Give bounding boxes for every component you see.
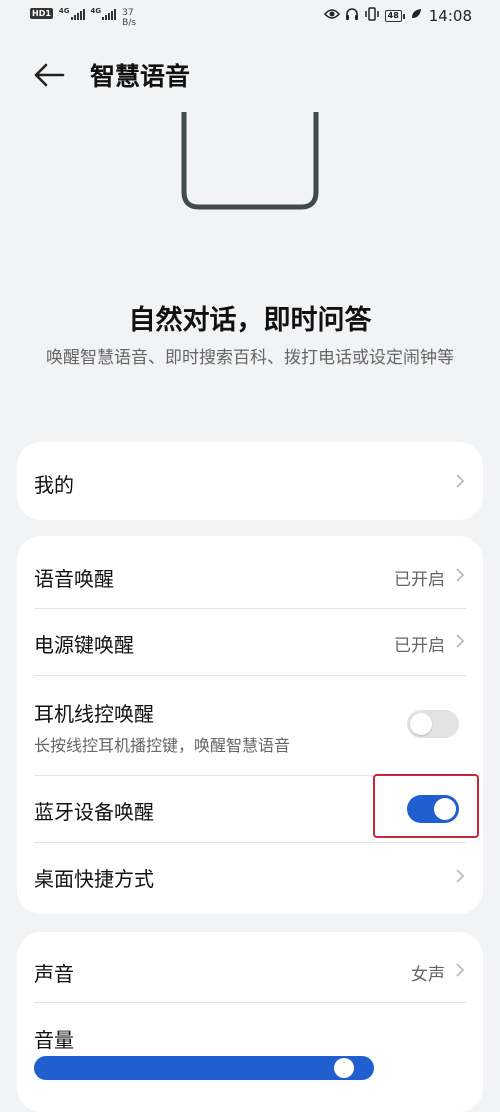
chevron-right-icon (456, 474, 465, 488)
status-bar-right: 48 14:08 (323, 7, 472, 25)
desktop-shortcut-row[interactable]: 桌面快捷方式 (17, 843, 483, 914)
power-key-wake-label: 电源键唤醒 (34, 633, 134, 657)
eye-icon (323, 8, 340, 24)
headset-wake-description: 长按线控耳机播控键，唤醒智慧语音 (34, 736, 291, 755)
voice-wake-value: 已开启 (394, 570, 445, 590)
chevron-right-icon (456, 568, 465, 582)
voice-value: 女声 (411, 965, 445, 985)
phone-illustration (181, 112, 319, 210)
watermark: Bai 经验 (385, 1038, 474, 1062)
chevron-right-icon (456, 869, 465, 883)
mine-row[interactable]: 我的 (17, 442, 483, 520)
voice-wake-label: 语音唤醒 (34, 567, 114, 591)
hero-subtitle: 唤醒智慧语音、即时搜索百科、拨打电话或设定闹钟等 (46, 348, 454, 368)
desktop-shortcut-label: 桌面快捷方式 (34, 867, 154, 891)
clock: 14:08 (428, 7, 472, 25)
headphones-icon (345, 7, 359, 25)
hd-badge: HD1 (30, 8, 53, 19)
network-speed: 37 B/s (122, 8, 137, 28)
volume-label: 音量 (34, 1028, 74, 1052)
headset-wake-row: 耳机线控唤醒 长按线控耳机播控键，唤醒智慧语音 (17, 676, 483, 775)
voice-label: 声音 (34, 962, 74, 986)
volume-slider[interactable] (34, 1056, 374, 1080)
back-button[interactable] (30, 55, 70, 95)
sound-card: 声音 女声 音量 (17, 932, 483, 1112)
headset-wake-toggle[interactable] (407, 710, 459, 738)
leaf-icon (410, 8, 422, 24)
signal-icon-2: 4G (91, 8, 117, 20)
chevron-right-icon (456, 963, 465, 977)
app-header: 智慧语音 (0, 45, 500, 105)
voice-wake-row[interactable]: 语音唤醒 已开启 (17, 536, 483, 608)
vibrate-icon (364, 7, 380, 25)
divider (34, 1002, 466, 1003)
signal-icon-1: 4G (59, 8, 85, 20)
highlight-box (373, 774, 479, 838)
power-key-wake-row[interactable]: 电源键唤醒 已开启 (17, 609, 483, 675)
hero-title: 自然对话，即时问答 (128, 305, 372, 336)
arrow-left-icon (34, 63, 65, 87)
wake-settings-card: 语音唤醒 已开启 电源键唤醒 已开启 耳机线控唤醒 长按线控耳机播控键，唤醒智慧… (17, 536, 483, 914)
volume-slider-handle[interactable] (334, 1058, 354, 1078)
power-key-wake-value: 已开启 (394, 636, 445, 656)
headset-wake-label: 耳机线控唤醒 (34, 702, 154, 726)
mine-label: 我的 (34, 473, 74, 497)
battery-icon: 48 (384, 10, 405, 22)
bluetooth-wake-label: 蓝牙设备唤醒 (34, 800, 154, 824)
voice-row[interactable]: 声音 女声 (17, 932, 483, 1002)
status-bar-left: HD1 4G 4G 37 B/s (30, 8, 136, 28)
status-bar: HD1 4G 4G 37 B/s 48 14:08 (0, 0, 500, 36)
chevron-right-icon (456, 634, 465, 648)
page-title: 智慧语音 (90, 62, 191, 91)
mine-card: 我的 (17, 442, 483, 520)
